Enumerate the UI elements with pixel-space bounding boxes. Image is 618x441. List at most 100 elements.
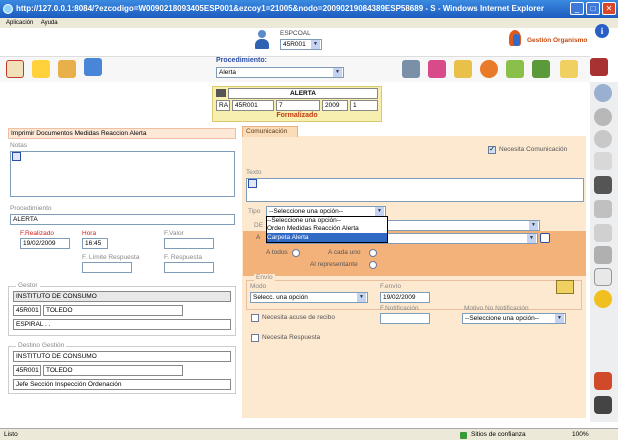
menu-item-aplicacion[interactable]: Aplicación xyxy=(6,20,33,26)
a-todos-label: A todos xyxy=(266,249,288,256)
minimize-button[interactable]: _ xyxy=(570,2,584,15)
notas-label: Notas xyxy=(10,142,27,149)
envelope-send-icon[interactable] xyxy=(556,280,574,294)
printer-icon[interactable] xyxy=(594,246,612,264)
necesita-respuesta-label: Necesita Respuesta xyxy=(262,334,321,341)
screen-icon xyxy=(216,89,226,97)
acuse-recibo-label: Necesita acuse de recibo xyxy=(262,314,335,321)
procedimiento-field-label: Procedimiento xyxy=(10,205,52,212)
fvalor-label: F.Valor xyxy=(164,230,184,237)
search-destinatario-icon[interactable] xyxy=(540,233,550,243)
tools-icon[interactable] xyxy=(532,60,550,78)
menu-item-ayuda[interactable]: Ayuda xyxy=(41,20,58,26)
flimite-label: F. Límite Respuesta xyxy=(82,254,140,261)
archive-icon[interactable] xyxy=(454,60,472,78)
user-icon xyxy=(254,30,270,50)
notas-textarea[interactable] xyxy=(10,151,235,197)
procedimiento-label: Procedimiento: xyxy=(216,57,267,64)
banner-title: ALERTA xyxy=(228,88,378,99)
print-preview-icon[interactable] xyxy=(594,268,612,286)
procedimiento-field[interactable]: ALERTA xyxy=(10,214,235,225)
frealizado-label: F.Realizado xyxy=(20,230,54,237)
save-disk-icon[interactable] xyxy=(594,176,612,194)
frespuesta-label: F. Respuesta xyxy=(164,254,202,261)
frealizado-input[interactable]: 19/02/2009 xyxy=(20,238,70,249)
ie-icon xyxy=(3,4,13,14)
hora-input[interactable]: 16:45 xyxy=(82,238,108,249)
motivo-select[interactable]: --Seleccione una opción-- xyxy=(462,313,566,324)
binoculars-icon[interactable] xyxy=(594,396,612,414)
fenvio-label: F.envío xyxy=(380,283,401,290)
modo-select[interactable]: Selecc. una opción xyxy=(250,292,368,303)
a-todos-radio[interactable] xyxy=(292,249,300,257)
fnotificacion-input[interactable] xyxy=(380,313,430,324)
banner-code-3: 7 xyxy=(276,100,320,111)
tipo-option-1[interactable]: Orden Medidas Reacción Alerta xyxy=(267,225,359,233)
network-computer-icon[interactable] xyxy=(84,58,102,76)
necesita-respuesta-checkbox[interactable] xyxy=(251,334,259,342)
al-representante-label: Al representante xyxy=(310,261,358,268)
folder-key-icon[interactable] xyxy=(32,60,50,78)
gestor-person: ESPIRAL . . xyxy=(13,319,231,330)
fenvio-input[interactable]: 19/02/2009 xyxy=(380,292,430,303)
destino-legend: Destino Gestión xyxy=(16,342,67,349)
settings-gear-icon[interactable] xyxy=(594,290,612,308)
texto-textarea[interactable] xyxy=(246,178,584,202)
window-title-bar: http://127.0.0.1:8084/?ezcodigo=W0090218… xyxy=(0,0,618,18)
trusted-sites-icon xyxy=(460,432,467,439)
maximize-button[interactable]: □ xyxy=(586,2,600,15)
flimite-input[interactable] xyxy=(82,262,132,273)
tipo-label: Tipo xyxy=(248,208,261,215)
zoom-level[interactable]: 100% xyxy=(572,429,589,441)
tab-comunicacion[interactable]: Comunicación xyxy=(242,126,298,137)
back-arrow-icon[interactable] xyxy=(594,108,612,126)
zone-text: Sitios de confianza xyxy=(471,431,526,438)
modo-label: Modo xyxy=(250,283,267,290)
envelope-icon[interactable] xyxy=(560,60,578,78)
a-cada-uno-radio[interactable] xyxy=(369,249,377,257)
texto-label: Texto xyxy=(246,169,262,176)
laptop-icon[interactable] xyxy=(402,60,420,78)
info-icon[interactable]: i xyxy=(595,24,609,38)
destino-person: Jefe Sección Inspección Ordenación xyxy=(13,379,231,390)
frespuesta-input[interactable] xyxy=(164,262,214,273)
forward-arrow-icon[interactable] xyxy=(594,130,612,148)
procedimiento-select[interactable]: Alerta xyxy=(216,67,344,78)
firefox-icon[interactable] xyxy=(480,60,498,78)
exit-icon[interactable] xyxy=(594,372,612,390)
tool-icon[interactable] xyxy=(594,200,612,218)
gestor-code: 45R001 xyxy=(13,305,41,316)
a-label: A xyxy=(256,234,261,241)
folder-icon[interactable] xyxy=(58,60,76,78)
search-tools-icon[interactable] xyxy=(506,60,524,78)
window-title: http://127.0.0.1:8084/?ezcodigo=W0090218… xyxy=(16,4,544,13)
texto-attach-icon[interactable] xyxy=(248,179,257,188)
fvalor-input[interactable] xyxy=(164,238,214,249)
books-icon[interactable] xyxy=(428,60,446,78)
tarea-title: Imprimir Documentos Medidas Reaccion Ale… xyxy=(8,128,236,139)
banner-code-1: RA xyxy=(216,100,230,111)
destino-code: 45R001 xyxy=(13,365,41,376)
close-button[interactable]: ✕ xyxy=(602,2,616,15)
hora-label: Hora xyxy=(82,230,97,237)
tipo-option-2[interactable]: Carpeta Alerta xyxy=(267,233,387,242)
organismo-logo-icon xyxy=(506,28,524,50)
espcoal-select[interactable]: 45R001 xyxy=(280,39,322,50)
envio-legend: Envío xyxy=(254,274,275,281)
destino-name: INSTITUTO DE CONSUMO xyxy=(13,351,231,362)
al-representante-radio[interactable] xyxy=(369,261,377,269)
magnifier-icon[interactable] xyxy=(594,84,612,102)
documents-icon[interactable] xyxy=(594,152,612,170)
banner-code-2: 45R001 xyxy=(232,100,274,111)
tipo-option-0[interactable]: --Seleccione una opción-- xyxy=(267,217,341,225)
banner-code-5: 1 xyxy=(350,100,378,111)
acuse-recibo-checkbox[interactable] xyxy=(251,314,259,322)
status-text: Listo xyxy=(4,431,18,438)
gestion-organismo-link[interactable]: Gestión Organismo xyxy=(527,37,587,44)
necesita-comunicacion-checkbox[interactable]: ✓ xyxy=(488,146,496,154)
notas-attach-icon[interactable] xyxy=(12,152,21,161)
attachment-icon[interactable] xyxy=(594,224,612,242)
edit-document-icon[interactable] xyxy=(6,60,24,78)
book-icon[interactable] xyxy=(590,58,608,76)
banner-code-4: 2009 xyxy=(322,100,348,111)
